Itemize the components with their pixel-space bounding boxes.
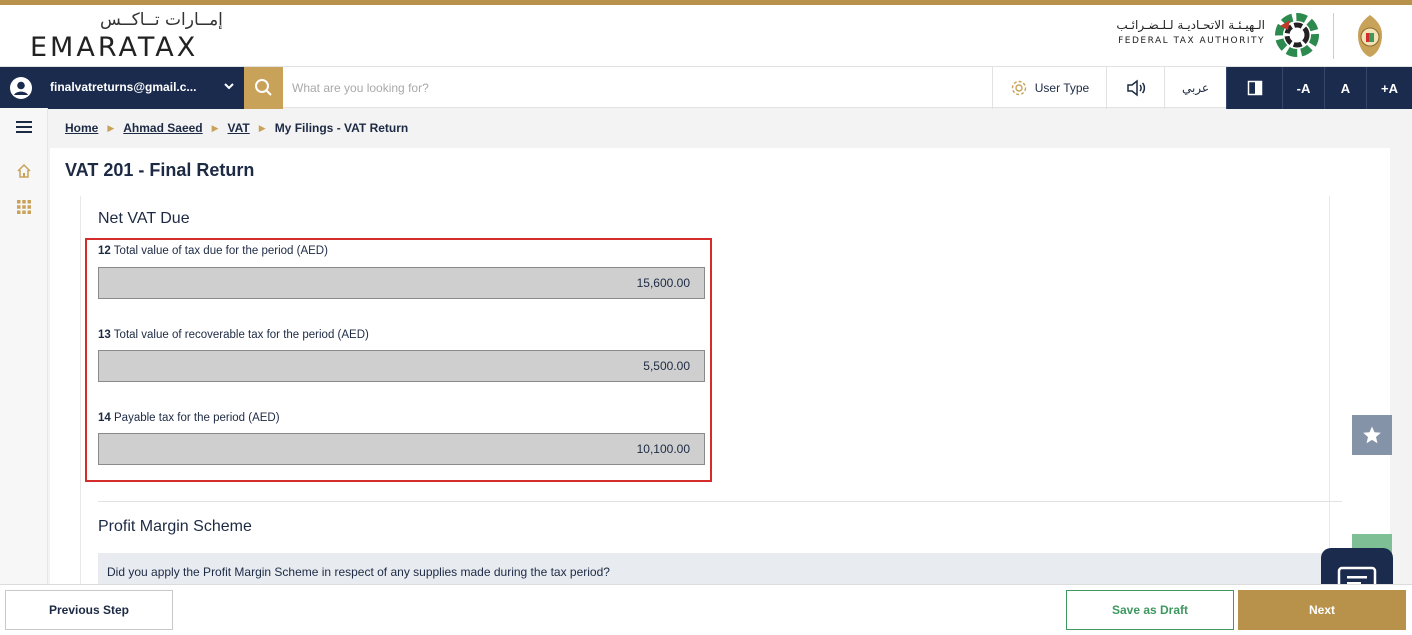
field-12-label: 12 Total value of tax due for the period… (98, 245, 328, 257)
fta-arabic-name: الـهيـئـة الاتحـاديـة لـلـضـرائـب (1116, 18, 1265, 32)
field-13-number: 13 (98, 329, 111, 341)
home-icon (17, 163, 31, 178)
field-14-value: 10,100.00 (98, 433, 705, 465)
save-as-draft-button[interactable]: Save as Draft (1066, 590, 1234, 630)
field-12-value: 15,600.00 (98, 267, 705, 299)
breadcrumb-separator-icon: ▶ (211, 122, 219, 133)
site-header: إمــارات تــاكــس EMARATAX الـهيـئـة الا… (0, 5, 1412, 66)
user-type-button[interactable]: User Type (992, 67, 1106, 109)
speaker-icon (1126, 79, 1145, 97)
font-decrease-button[interactable]: -A (1282, 67, 1324, 109)
field-14-number: 14 (98, 412, 111, 424)
user-email: finalvatreturns@gmail.c... (50, 80, 197, 94)
breadcrumb-current: My Filings - VAT Return (274, 121, 409, 135)
rail-home[interactable] (0, 152, 48, 190)
search-button[interactable] (244, 67, 283, 109)
language-toggle[interactable]: عربي (1164, 67, 1226, 109)
field-12-text: Total value of tax due for the period (A… (113, 245, 328, 257)
chevron-down-icon (224, 83, 234, 90)
field-13-label: 13 Total value of recoverable tax for th… (98, 329, 369, 341)
field-14-label: 14 Payable tax for the period (AED) (98, 412, 280, 424)
fta-emblem-icon (1275, 13, 1319, 57)
search-icon (255, 79, 272, 96)
breadcrumb: Home ▶ Ahmad Saeed ▶ VAT ▶ My Filings - … (50, 108, 1390, 148)
net-vat-due-title: Net VAT Due (98, 210, 190, 227)
user-avatar-icon (10, 77, 32, 99)
font-increase-button[interactable]: +A (1366, 67, 1412, 109)
breadcrumb-vat[interactable]: VAT (228, 121, 250, 135)
font-normal-button[interactable]: A (1324, 67, 1366, 109)
grid-apps-icon (17, 200, 31, 214)
menu-toggle[interactable] (0, 108, 48, 146)
header-divider (1333, 13, 1334, 59)
section-border-left (80, 196, 81, 584)
rail-apps[interactable] (0, 188, 48, 226)
section-border-right (1329, 196, 1330, 584)
user-type-label: User Type (1034, 81, 1090, 95)
gear-icon (1011, 80, 1026, 96)
top-navbar: finalvatreturns@gmail.c... User Type عرب… (0, 66, 1412, 109)
emaratax-logo[interactable]: إمــارات تــاكــس EMARATAX (30, 10, 230, 64)
contrast-toggle[interactable] (1226, 67, 1282, 109)
next-button[interactable]: Next (1238, 590, 1406, 630)
user-account-menu[interactable]: finalvatreturns@gmail.c... (0, 67, 244, 109)
favorite-button[interactable] (1352, 415, 1392, 455)
uae-emblem-icon (1358, 15, 1382, 57)
page-title: VAT 201 - Final Return (65, 160, 255, 180)
left-rail (0, 108, 48, 584)
contrast-icon (1247, 80, 1262, 96)
hamburger-menu-icon (16, 121, 32, 133)
breadcrumb-account[interactable]: Ahmad Saeed (123, 121, 202, 135)
field-14-text: Payable tax for the period (AED) (114, 412, 280, 424)
footer-bar: Previous Step Save as Draft Next (0, 584, 1412, 635)
field-13-text: Total value of recoverable tax for the p… (113, 329, 369, 341)
logo-english-text: EMARATAX (30, 32, 199, 63)
fta-logo: الـهيـئـة الاتحـاديـة لـلـضـرائـب FEDERA… (1115, 12, 1320, 62)
profit-margin-question: Did you apply the Profit Margin Scheme i… (98, 553, 1326, 584)
field-12-number: 12 (98, 245, 111, 257)
profit-margin-title: Profit Margin Scheme (98, 518, 252, 535)
section-divider (98, 501, 1342, 502)
search-input[interactable] (292, 73, 972, 103)
breadcrumb-home[interactable]: Home (65, 121, 98, 135)
main-content: VAT 201 - Final Return Net VAT Due 12 To… (50, 148, 1390, 584)
field-13-value: 5,500.00 (98, 350, 705, 382)
star-icon (1363, 426, 1381, 444)
fta-english-name: FEDERAL TAX AUTHORITY (1118, 36, 1265, 46)
logo-arabic-text: إمــارات تــاكــس (100, 10, 223, 30)
breadcrumb-separator-icon: ▶ (258, 122, 266, 133)
breadcrumb-separator-icon: ▶ (107, 122, 115, 133)
text-to-speech-button[interactable] (1106, 67, 1164, 109)
previous-step-button[interactable]: Previous Step (5, 590, 173, 630)
